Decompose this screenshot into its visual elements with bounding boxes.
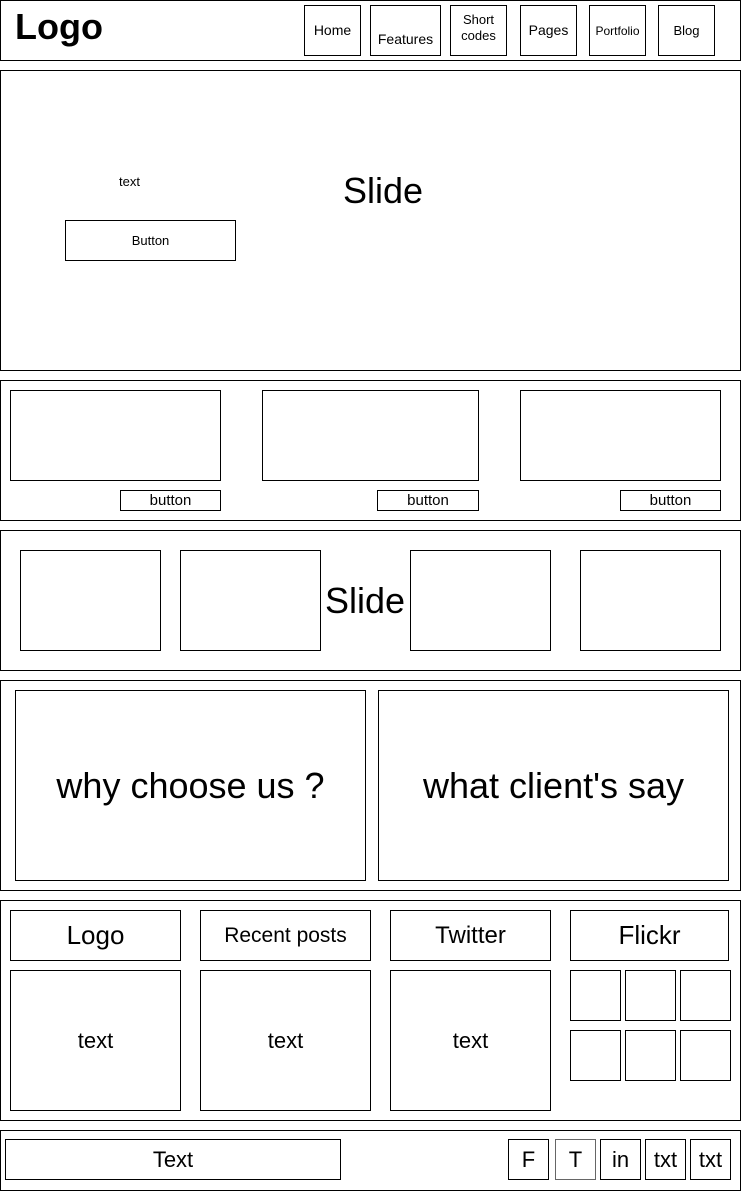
feature-button-3[interactable]: button bbox=[620, 490, 721, 511]
flickr-header: Flickr bbox=[570, 910, 729, 961]
footer-logo-text: text bbox=[10, 970, 181, 1111]
social-link-1[interactable]: txt bbox=[645, 1139, 686, 1180]
flickr-thumb-1[interactable] bbox=[570, 970, 621, 1021]
nav-home[interactable]: Home bbox=[304, 5, 361, 56]
twitter-text: text bbox=[390, 970, 551, 1111]
carousel-item-1[interactable] bbox=[20, 550, 161, 651]
flickr-thumb-2[interactable] bbox=[625, 970, 676, 1021]
nav-portfolio[interactable]: Portfolio bbox=[589, 5, 646, 56]
feature-image-1 bbox=[10, 390, 221, 481]
carousel-slide-label: Slide bbox=[325, 580, 406, 621]
hero-button[interactable]: Button bbox=[65, 220, 236, 261]
testimonials-panel: what client's say bbox=[378, 690, 729, 881]
twitter-header: Twitter bbox=[390, 910, 551, 961]
why-choose-us-panel: why choose us ? bbox=[15, 690, 366, 881]
flickr-thumb-4[interactable] bbox=[570, 1030, 621, 1081]
bottom-bar-text: Text bbox=[5, 1139, 341, 1180]
feature-button-1[interactable]: button bbox=[120, 490, 221, 511]
footer-logo-header: Logo bbox=[10, 910, 181, 961]
social-link-2[interactable]: txt bbox=[690, 1139, 731, 1180]
nav-features[interactable]: Features bbox=[370, 5, 441, 56]
flickr-thumb-3[interactable] bbox=[680, 970, 731, 1021]
carousel-item-2[interactable] bbox=[180, 550, 321, 651]
social-facebook-icon[interactable]: F bbox=[508, 1139, 549, 1180]
feature-button-2[interactable]: button bbox=[377, 490, 479, 511]
nav-features-label: Features bbox=[377, 30, 434, 47]
hero-slide-label: Slide bbox=[343, 170, 424, 211]
nav-short-codes-label: Short codes bbox=[461, 11, 496, 43]
recent-posts-header: Recent posts bbox=[200, 910, 371, 961]
social-twitter-icon[interactable]: T bbox=[555, 1139, 596, 1180]
hero-text: text bbox=[119, 174, 140, 189]
flickr-thumb-5[interactable] bbox=[625, 1030, 676, 1081]
carousel-item-3[interactable] bbox=[410, 550, 551, 651]
feature-image-3 bbox=[520, 390, 721, 481]
flickr-thumb-6[interactable] bbox=[680, 1030, 731, 1081]
carousel-item-4[interactable] bbox=[580, 550, 721, 651]
nav-blog[interactable]: Blog bbox=[658, 5, 715, 56]
recent-posts-text: text bbox=[200, 970, 371, 1111]
nav-short-codes[interactable]: Short codes bbox=[450, 5, 507, 56]
header-logo[interactable]: Logo bbox=[15, 6, 103, 48]
feature-image-2 bbox=[262, 390, 479, 481]
nav-pages[interactable]: Pages bbox=[520, 5, 577, 56]
social-linkedin-icon[interactable]: in bbox=[600, 1139, 641, 1180]
